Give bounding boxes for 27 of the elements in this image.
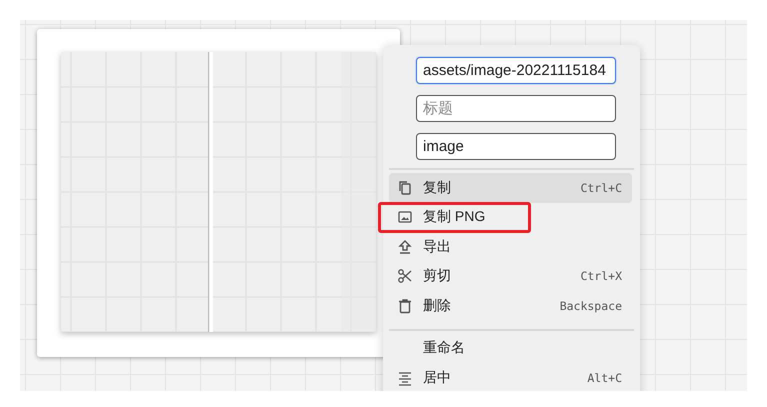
text-field[interactable]: assets/image-20221115184 [416,57,616,84]
menu-item[interactable]: 居中 Alt+C [389,363,632,391]
menu-item-icon [397,268,413,284]
text-field[interactable]: 标题 [416,95,616,122]
menu-item[interactable]: 剪切 Ctrl+X [389,262,632,291]
menu-item-label: 导出 [423,238,452,256]
menu-item-icon [397,209,413,226]
menu-item[interactable]: 复制 PNG [379,202,530,232]
menu-item[interactable]: 导出 [389,232,632,262]
menu-item-label: 重命名 [423,339,466,358]
menu-item-icon [397,180,413,196]
menu-item-label: 居中 [423,368,452,387]
menu-item-icon [397,370,413,386]
menu-item-icon [397,238,413,255]
menu-item-label: 复制 [423,178,452,197]
menu-item[interactable]: 删除 Backspace [389,291,632,320]
shortcut-label: Ctrl+X [580,269,622,284]
shortcut-label: Backspace [560,298,622,313]
menu-item-label: 复制 PNG [423,208,486,226]
shortcut-label: Ctrl+C [580,180,622,195]
menu-item-label: 剪切 [423,267,452,286]
menu-item-label: 删除 [423,296,452,315]
menu-item[interactable]: 重命名 [389,334,632,363]
text-field[interactable]: image [416,133,616,160]
menu-item-icon [397,298,413,314]
shortcut-label: Alt+C [587,370,622,385]
menu-item[interactable]: 复制 Ctrl+C [389,173,632,202]
